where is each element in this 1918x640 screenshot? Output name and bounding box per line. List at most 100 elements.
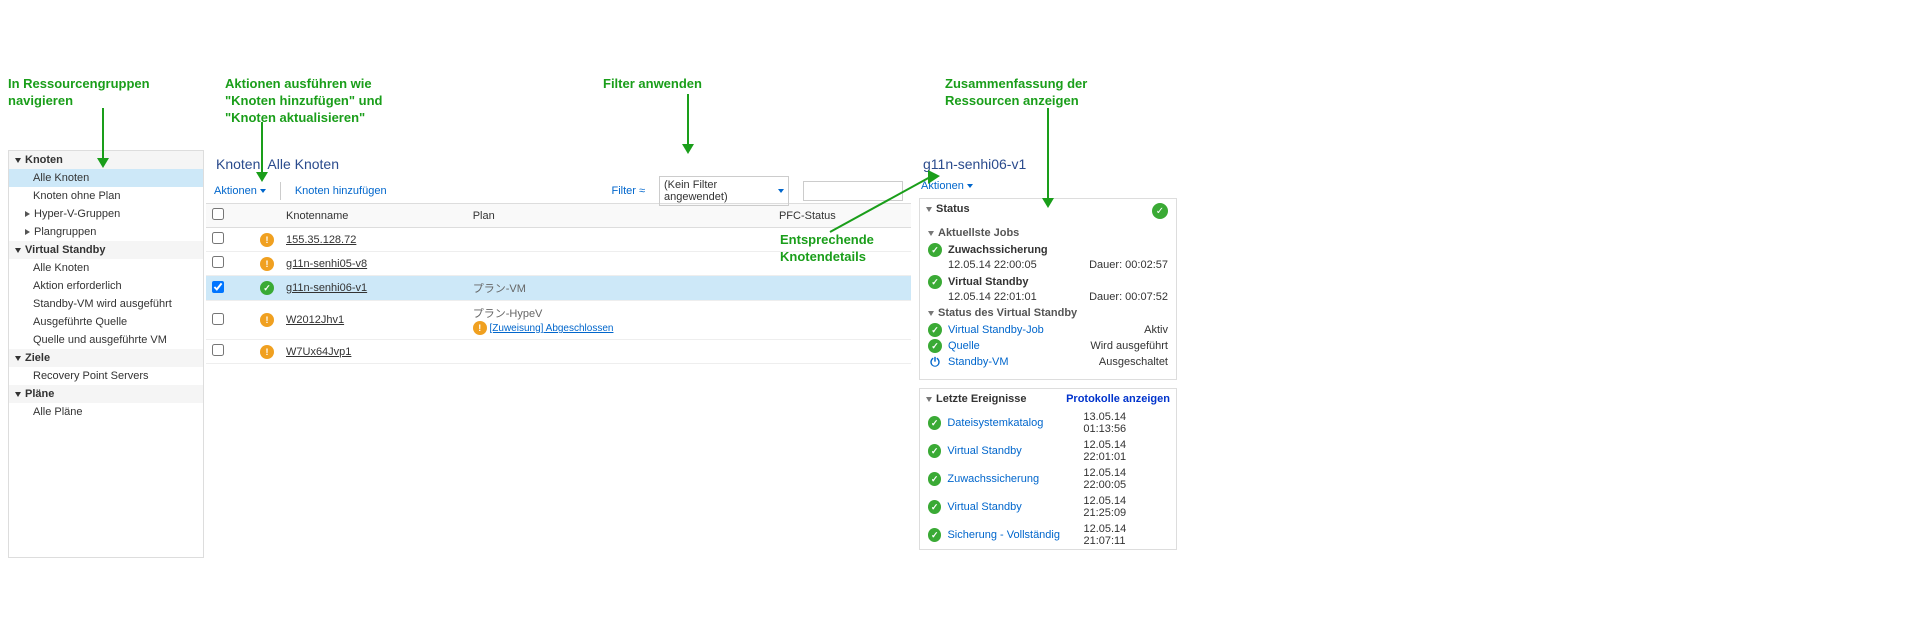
job-duration: Dauer: 00:02:57 <box>1089 259 1168 271</box>
caret-down-icon <box>928 311 934 316</box>
table-row[interactable]: ! W7Ux64Jvp1 <box>206 340 911 364</box>
nav-item-quelle-und-vm[interactable]: Quelle und ausgeführte VM <box>9 331 203 349</box>
caret-down-icon <box>15 392 21 397</box>
vs-value: Wird ausgeführt <box>1090 340 1168 352</box>
check-icon: ✓ <box>928 472 941 486</box>
arrow-nav-icon <box>95 108 111 168</box>
node-link[interactable]: W2012Jhv1 <box>286 314 344 326</box>
event-time: 12.05.14 21:07:11 <box>1083 523 1168 547</box>
node-link[interactable]: g11n-senhi05-v8 <box>286 258 367 270</box>
status-icon: ! <box>260 257 274 271</box>
row-checkbox[interactable] <box>212 313 224 325</box>
arrow-summary-icon <box>1040 108 1056 208</box>
vs-key: Quelle <box>948 340 980 352</box>
check-icon: ✓ <box>1152 203 1168 219</box>
status-panel: ✓ Status Aktuellste Jobs ✓Zuwachssicheru… <box>919 198 1177 380</box>
table-row[interactable]: ✓ g11n-senhi06-v1 プラン-VM <box>206 276 911 301</box>
events-panel: Letzte Ereignisse Protokolle anzeigen ✓ D… <box>919 388 1177 550</box>
job-duration: Dauer: 00:07:52 <box>1089 291 1168 303</box>
status-icon: ✓ <box>260 281 274 295</box>
warning-icon: ! <box>473 321 487 335</box>
caret-down-icon <box>967 184 973 188</box>
caret-right-icon <box>25 229 30 235</box>
event-name: Sicherung - Vollständig <box>947 529 1077 541</box>
events-header[interactable]: Letzte Ereignisse <box>926 393 1026 405</box>
event-time: 13.05.14 01:13:56 <box>1083 411 1168 435</box>
annotation-nav: In Ressourcengruppen navigieren <box>8 76 150 110</box>
actions-button[interactable]: Aktionen <box>214 185 266 197</box>
nav-item-standby-vm-ausgefuehrt[interactable]: Standby-VM wird ausgeführt <box>9 295 203 313</box>
nav-group-virtual-standby[interactable]: Virtual Standby <box>9 241 203 259</box>
filter-button[interactable]: Filter ≈ <box>612 185 646 197</box>
event-row[interactable]: ✓ Sicherung - Vollständig 12.05.14 21:07:1… <box>920 521 1176 549</box>
annotation-summary: Zusammenfassung der Ressourcen anzeigen <box>945 76 1087 110</box>
nav-item-vs-alle-knoten[interactable]: Alle Knoten <box>9 259 203 277</box>
nav-item-alle-knoten[interactable]: Alle Knoten <box>9 169 203 187</box>
vs-key: Virtual Standby-Job <box>948 324 1044 336</box>
add-node-button[interactable]: Knoten hinzufügen <box>295 185 387 197</box>
check-icon: ✓ <box>928 416 941 430</box>
vs-status-header[interactable]: Status des Virtual Standby <box>928 307 1168 319</box>
nav-item-recovery-point-servers[interactable]: Recovery Point Servers <box>9 367 203 385</box>
caret-down-icon <box>926 397 932 402</box>
caret-down-icon <box>260 189 266 193</box>
event-name: Dateisystemkatalog <box>947 417 1077 429</box>
check-icon: ✓ <box>928 528 941 542</box>
check-icon: ✓ <box>928 500 941 514</box>
job-time: 12.05.14 22:00:05 <box>948 259 1037 271</box>
caret-down-icon <box>15 248 21 253</box>
arrow-details-icon <box>780 170 940 240</box>
annotation-filter: Filter anwenden <box>603 76 702 93</box>
col-name[interactable]: Knotenname <box>280 204 467 228</box>
nav-item-plangruppen[interactable]: Plangruppen <box>9 223 203 241</box>
event-row[interactable]: ✓Zuwachssicherung12.05.14 22:00:05 <box>920 465 1176 493</box>
nav-item-aktion-erforderlich[interactable]: Aktion erforderlich <box>9 277 203 295</box>
check-icon: ✓ <box>928 339 942 353</box>
check-icon: ✓ <box>928 444 941 458</box>
filter-dropdown[interactable]: (Kein Filter angewendet) <box>659 176 789 206</box>
job-name: Zuwachssicherung <box>948 244 1048 256</box>
vs-value: Aktiv <box>1144 324 1168 336</box>
row-checkbox[interactable] <box>212 256 224 268</box>
annotation-details: Entsprechende Knotendetails <box>780 232 874 266</box>
job-name: Virtual Standby <box>948 276 1028 288</box>
col-plan[interactable]: Plan <box>467 204 773 228</box>
nav-item-hyperv-gruppen[interactable]: Hyper-V-Gruppen <box>9 205 203 223</box>
event-row[interactable]: ✓Virtual Standby12.05.14 22:01:01 <box>920 437 1176 465</box>
view-logs-link[interactable]: Protokolle anzeigen <box>1066 393 1170 405</box>
row-checkbox[interactable] <box>212 281 224 293</box>
event-time: 12.05.14 21:25:09 <box>1083 495 1168 519</box>
nav-group-plaene[interactable]: Pläne <box>9 385 203 403</box>
caret-down-icon <box>15 158 21 163</box>
caret-right-icon <box>25 211 30 217</box>
check-icon: ✓ <box>928 323 942 337</box>
nav-item-alle-plaene[interactable]: Alle Pläne <box>9 403 203 421</box>
status-icon: ! <box>260 313 274 327</box>
annotation-actions: Aktionen ausführen wie "Knoten hinzufüge… <box>225 76 382 127</box>
node-link[interactable]: g11n-senhi06-v1 <box>286 282 367 294</box>
details-panel: g11n-senhi06-v1 Aktionen ✓ Status Aktuel… <box>913 150 1183 558</box>
power-icon: ⏻ <box>928 355 942 369</box>
row-checkbox[interactable] <box>212 232 224 244</box>
status-icon: ! <box>260 345 274 359</box>
status-icon: ! <box>260 233 274 247</box>
row-checkbox[interactable] <box>212 344 224 356</box>
event-time: 12.05.14 22:01:01 <box>1083 439 1168 463</box>
assign-link[interactable]: [Zuweisung] Abgeschlossen <box>490 323 614 334</box>
separator <box>280 182 281 200</box>
select-all-checkbox[interactable] <box>212 208 224 220</box>
node-link[interactable]: 155.35.128.72 <box>286 234 356 246</box>
nav-item-ausgefuehrte-quelle[interactable]: Ausgeführte Quelle <box>9 313 203 331</box>
nav-tree: Knoten Alle Knoten Knoten ohne Plan Hype… <box>8 150 204 558</box>
event-row[interactable]: ✓ Virtual Standby 12.05.14 21:25:09 <box>920 493 1176 521</box>
node-link[interactable]: W7Ux64Jvp1 <box>286 346 351 358</box>
check-icon: ✓ <box>928 275 942 289</box>
table-row[interactable]: ! W2012Jhv1 プラン-HypeV! [Zuweisung] Abges… <box>206 301 911 340</box>
job-time: 12.05.14 22:01:01 <box>948 291 1037 303</box>
event-time: 12.05.14 22:00:05 <box>1083 467 1168 491</box>
event-name: Virtual Standby <box>947 501 1077 513</box>
nav-group-ziele[interactable]: Ziele <box>9 349 203 367</box>
event-row[interactable]: ✓ Dateisystemkatalog 13.05.14 01:13:56 <box>920 409 1176 437</box>
nav-item-knoten-ohne-plan[interactable]: Knoten ohne Plan <box>9 187 203 205</box>
latest-jobs-header[interactable]: Aktuellste Jobs <box>928 227 1168 239</box>
